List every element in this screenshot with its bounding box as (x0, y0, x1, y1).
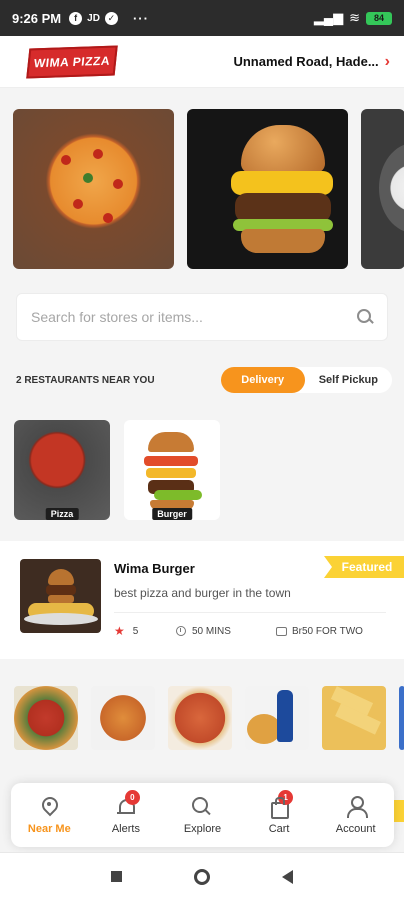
restaurant-meta: ★ 5 50 MINS Br50 FOR TWO (114, 624, 394, 638)
self-pickup-tab[interactable]: Self Pickup (305, 367, 392, 393)
category-label: Pizza (45, 508, 79, 520)
bell-icon: 0 (115, 789, 140, 818)
cheese (146, 468, 196, 478)
bottom-navigation: Near Me 0 Alerts Explore 1 Cart Account (11, 783, 394, 847)
app-header: WIMA PIZZA Unnamed Road, Hade... › (0, 36, 404, 88)
nav-label: Alerts (111, 822, 140, 835)
restaurant-description: best pizza and burger in the town (114, 586, 291, 600)
restaurant-image (20, 559, 101, 633)
burger-banner[interactable] (187, 109, 348, 269)
bun-top (241, 125, 325, 173)
tomato (144, 456, 198, 466)
search-bar[interactable]: Search for stores or items... (16, 293, 388, 341)
item-thumbnail[interactable] (168, 686, 232, 750)
delivery-time: 50 MINS (176, 626, 276, 637)
item-thumbnail[interactable] (322, 686, 386, 750)
facebook-icon: f (69, 11, 83, 25)
nav-cart[interactable]: 1 Cart (241, 783, 318, 847)
status-right: ▂▄▆ ≋ 84 (314, 10, 392, 26)
shopping-bag-icon: 1 (268, 789, 294, 819)
check-icon: ✓ (104, 11, 118, 25)
recents-button[interactable] (111, 871, 122, 882)
restaurants-count-label: 2 RESTAURANTS NEAR YOU (16, 374, 155, 386)
restaurant-name: Wima Burger (114, 561, 195, 576)
jd-icon: JD (87, 12, 100, 24)
delivery-time-value: 50 MINS (192, 625, 231, 637)
wallet-icon (276, 626, 287, 636)
featured-badge-peek (394, 800, 404, 822)
category-list: Pizza Burger (14, 420, 220, 520)
cart-badge: 1 (278, 789, 294, 805)
nav-label: Explore (183, 822, 222, 835)
price-for-two: Br50 FOR TWO (276, 626, 363, 637)
clock-icon (176, 626, 186, 636)
plate (379, 143, 404, 233)
home-button[interactable] (194, 868, 210, 885)
rating: ★ 5 (114, 624, 176, 638)
location-text: Unnamed Road, Hade... (233, 54, 379, 69)
divider (114, 612, 386, 613)
star-icon: ★ (114, 624, 125, 638)
nav-alerts[interactable]: 0 Alerts (88, 783, 165, 847)
delivery-tab[interactable]: Delivery (220, 367, 305, 393)
food-banner-partial[interactable] (361, 109, 404, 269)
topping (93, 149, 103, 159)
item-thumbnail[interactable] (14, 686, 78, 750)
search-icon[interactable] (357, 309, 373, 325)
person-icon (345, 795, 368, 818)
nav-account[interactable]: Account (317, 783, 394, 847)
rating-value: 5 (132, 625, 139, 637)
search-icon (191, 796, 213, 818)
nav-near-me[interactable]: Near Me (11, 783, 88, 847)
pizza (247, 714, 281, 744)
bun (48, 595, 74, 603)
bun-bottom (241, 229, 325, 253)
nav-label: Near Me (27, 822, 71, 835)
topping (103, 213, 113, 223)
order-type-toggle: Delivery Self Pickup (220, 367, 392, 393)
location-selector[interactable]: Unnamed Road, Hade... › (233, 53, 390, 71)
item-thumbnail[interactable] (245, 686, 309, 750)
bun (48, 569, 74, 585)
item-thumbnail[interactable] (91, 686, 155, 750)
brand-logo[interactable]: WIMA PIZZA (26, 44, 118, 79)
promo-banner-carousel[interactable] (13, 109, 404, 269)
map-pin-icon (38, 796, 60, 818)
nav-label: Cart (268, 822, 290, 835)
nav-label: Account (335, 822, 376, 835)
category-pizza[interactable]: Pizza (14, 420, 110, 520)
cheese (231, 171, 333, 195)
search-input[interactable]: Search for stores or items... (31, 309, 203, 325)
topping (83, 173, 93, 183)
featured-badge: Featured (324, 556, 404, 578)
filter-row: 2 RESTAURANTS NEAR YOU Delivery Self Pic… (16, 366, 392, 394)
items-carousel[interactable] (14, 686, 404, 750)
topping (73, 199, 83, 209)
back-button[interactable] (282, 869, 293, 884)
alerts-badge: 0 (124, 789, 140, 805)
soda-bottle (277, 690, 293, 742)
status-time: 9:26 PM (12, 10, 62, 26)
lettuce (154, 490, 202, 500)
bun (148, 432, 194, 452)
price-value: Br50 FOR TWO (292, 625, 363, 637)
status-bar: 9:26 PM f JD ✓ ··· ▂▄▆ ≋ 84 (0, 0, 404, 36)
category-label: Burger (152, 508, 192, 520)
item-thumbnail-partial[interactable] (399, 686, 404, 750)
system-navigation-bar (0, 852, 404, 900)
topping (61, 155, 71, 165)
topping (113, 179, 123, 189)
category-burger[interactable]: Burger (124, 420, 220, 520)
wifi-icon: ≋ (349, 10, 360, 25)
nav-explore[interactable]: Explore (164, 783, 241, 847)
signal-icon: ▂▄▆ (313, 10, 344, 25)
chevron-right-icon: › (384, 52, 390, 70)
more-dots-icon: ··· (132, 10, 149, 26)
plate (24, 613, 98, 625)
patty (46, 585, 76, 595)
pizza-banner[interactable] (13, 109, 174, 269)
restaurant-card[interactable]: Wima Burger best pizza and burger in the… (0, 541, 404, 659)
battery-icon: 84 (366, 11, 392, 25)
